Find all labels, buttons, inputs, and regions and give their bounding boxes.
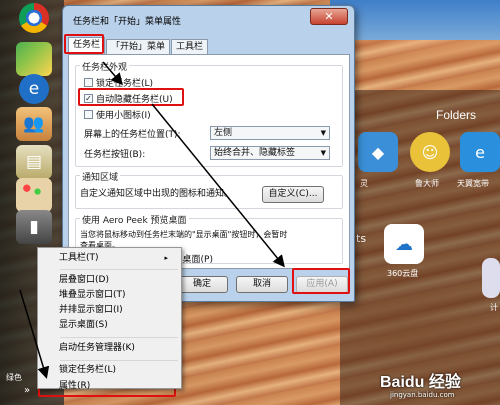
notify-text: 自定义通知区域中出现的图标和通知。 [80,189,234,199]
map-icon[interactable] [16,42,52,76]
small-icons-row[interactable]: 使用小图标(I) [84,108,151,121]
highlight-auto-hide [78,88,184,106]
ie-browser-icon[interactable]: e [19,74,49,104]
menu-separator [60,360,178,361]
menu-item-lock-taskbar[interactable]: 锁定任务栏(L) [39,363,180,378]
paint-palette-icon[interactable] [16,178,52,212]
cancel-button[interactable]: 取消 [236,276,288,293]
baidu-watermark-url: jingyan.baidu.com [390,391,455,399]
buttons-value: 始终合并、隐藏标签 [214,148,296,158]
cloud-drive-icon[interactable]: ☁ [384,224,424,264]
highlight-taskbar-tab [64,34,104,54]
close-button[interactable]: ✕ [310,8,348,25]
green-label: 绿色 [6,373,22,382]
appearance-group: 任务栏外观 锁定任务栏(L) ✓ 自动隐藏任务栏(U) 使用小图标(I) 屏幕上… [75,60,343,167]
tile-label-2: 鲁大师 [415,179,439,188]
master-lu-icon[interactable]: ☺ [410,132,450,172]
chrome-icon[interactable] [19,3,49,33]
tile-label-3: 天翼宽带 [457,179,489,188]
tile-label-4: 360云盘 [387,269,419,278]
computer-icon[interactable]: ▮ [16,210,52,244]
control-panel-icon[interactable]: ▤ [16,145,52,179]
lock-taskbar-checkbox[interactable] [84,78,93,87]
menu-separator [60,337,178,338]
small-icons-label: 使用小图标(I) [96,111,151,121]
dialog-title: 任务栏和「开始」菜单属性 [73,17,182,27]
users-icon[interactable]: 👥 [16,107,52,141]
title-bar[interactable]: 任务栏和「开始」菜单属性 ✕ [63,6,354,32]
menu-item-task-manager[interactable]: 启动任务管理器(K) [39,341,180,356]
menu-item-stacked[interactable]: 堆叠显示窗口(T) [39,288,180,303]
menu-separator [60,269,178,270]
small-icons-checkbox[interactable] [84,110,93,119]
buttons-label: 任务栏按钮(B): [84,150,146,160]
buttons-select[interactable]: 始终合并、隐藏标签 ▼ [210,146,330,160]
menu-item-cascade[interactable]: 层叠窗口(D) [39,273,180,288]
partial-app-icon[interactable] [482,258,500,298]
peek-legend: 使用 Aero Peek 预览桌面 [80,213,189,226]
notification-group: 通知区域 自定义通知区域中出现的图标和通知。 自定义(C)... [75,170,343,209]
submenu-arrow-icon: ▸ [164,254,168,262]
tab-start-menu[interactable]: 「开始」菜单 [106,39,171,55]
notify-legend: 通知区域 [80,170,121,183]
partial-label: ts [356,232,367,245]
tile-label-5: 计 [490,303,498,312]
location-value: 左侧 [214,128,233,138]
peek-text-1: 当您将鼠标移动到任务栏末端的"显示桌面"按钮时，会暂时 [80,230,288,239]
baidu-watermark: Baidu 经验 [380,374,461,391]
menu-item-toolbars[interactable]: 工具栏(T) ▸ [39,251,180,266]
customize-button[interactable]: 自定义(C)... [262,186,324,203]
tab-toolbars[interactable]: 工具栏 [171,39,209,55]
highlight-apply [292,268,350,294]
tile-label-1: 灵 [360,179,368,188]
menu-item-properties[interactable]: 属性(R) [39,379,180,394]
expand-icon[interactable]: » [24,385,30,396]
location-select[interactable]: 左侧 ▼ [210,126,330,140]
location-label: 屏幕上的任务栏位置(T): [84,130,181,140]
menu-item-show-desktop[interactable]: 显示桌面(S) [39,318,180,333]
taskbar-context-menu: 工具栏(T) ▸ 层叠窗口(D) 堆叠显示窗口(T) 并排显示窗口(I) 显示桌… [37,247,182,391]
menu-item-side-by-side[interactable]: 并排显示窗口(I) [39,303,180,318]
ok-button[interactable]: 确定 [176,276,228,293]
chevron-down-icon: ▼ [320,129,326,137]
broadband-icon[interactable]: e [460,132,500,172]
folders-title: Folders [436,108,477,122]
appearance-legend: 任务栏外观 [80,60,130,73]
chevron-down-icon: ▼ [320,149,326,157]
tab-content: 任务栏外观 锁定任务栏(L) ✓ 自动隐藏任务栏(U) 使用小图标(I) 屏幕上… [68,54,350,269]
menu-item-label: 工具栏(T) [59,253,99,263]
tile-icon-1[interactable]: ◆ [358,132,398,172]
